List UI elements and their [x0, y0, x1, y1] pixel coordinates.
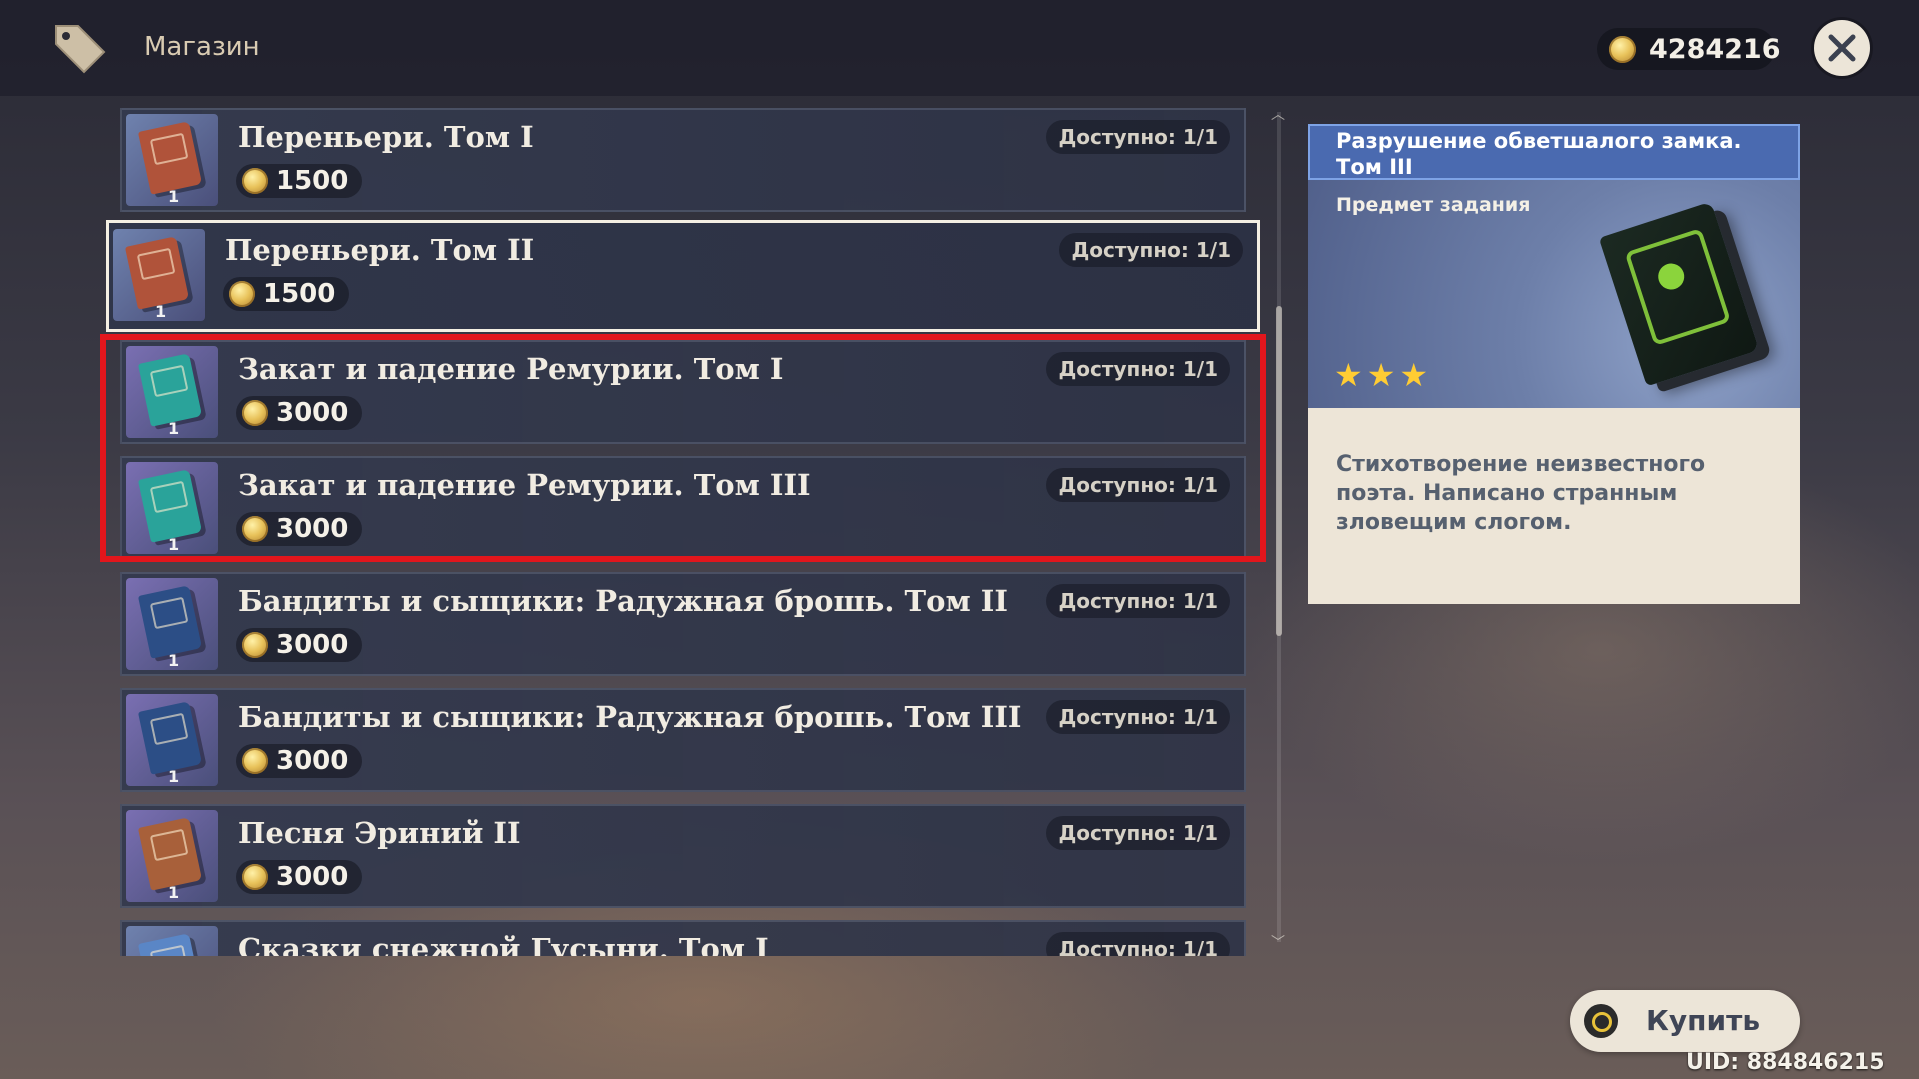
book-icon [137, 121, 203, 195]
item-availability: Доступно: 1/1 [1059, 233, 1243, 267]
list-item-selected[interactable]: 1 Переньери. Том II 1500 Доступно: 1/1 [106, 220, 1260, 332]
item-price: 1500 [223, 277, 350, 311]
rarity-stars: ★★★ [1334, 356, 1433, 394]
currency-amount: 4284216 [1649, 34, 1781, 65]
item-availability: Доступно: 1/1 [1046, 700, 1230, 734]
book-icon [137, 585, 203, 659]
mora-coin-icon [1609, 36, 1636, 63]
detail-item-type: Предмет задания [1336, 194, 1531, 216]
buy-button[interactable]: Купить [1570, 990, 1800, 1052]
item-name: Песня Эриний II [238, 816, 521, 850]
scroll-down-icon: ﹀ [1271, 935, 1285, 951]
buy-button-label: Купить [1646, 1004, 1761, 1037]
list-item[interactable]: 1 Переньери. Том I 1500 Доступно: 1/1 [120, 108, 1246, 212]
book-icon [137, 701, 203, 775]
scroll-up-icon: ︿ [1271, 107, 1285, 123]
book-icon [137, 817, 203, 891]
detail-description-box: Стихотворение неизвестного поэта. Написа… [1308, 408, 1800, 604]
item-name: Сказки снежной Гусыни. Том I [238, 932, 769, 956]
detail-description: Стихотворение неизвестного поэта. Написа… [1336, 452, 1706, 535]
item-price: 1500 [236, 164, 363, 198]
item-name: Бандиты и сыщики: Радужная брошь. Том II… [238, 700, 1022, 734]
user-id: UID: 884846215 [1686, 1050, 1885, 1075]
list-item[interactable]: 1 Сказки снежной Гусыни. Том I 3000 Дост… [120, 920, 1246, 956]
mora-coin-icon [242, 168, 268, 194]
item-thumbnail: 1 [126, 810, 218, 902]
confirm-circle-icon [1584, 1004, 1618, 1038]
item-availability: Доступно: 1/1 [1046, 932, 1230, 956]
close-button[interactable] [1814, 20, 1870, 76]
mora-coin-icon [242, 632, 268, 658]
scrollbar-thumb[interactable] [1276, 306, 1282, 636]
mora-coin-icon [242, 748, 268, 774]
item-availability: Доступно: 1/1 [1046, 120, 1230, 154]
item-thumbnail: 1 [126, 694, 218, 786]
list-item[interactable]: 1 Бандиты и сыщики: Радужная брошь. Том … [120, 572, 1246, 676]
item-quantity: 1 [155, 302, 167, 321]
item-name: Бандиты и сыщики: Радужная брошь. Том II [238, 584, 1008, 618]
list-item[interactable]: 1 Бандиты и сыщики: Радужная брошь. Том … [120, 688, 1246, 792]
detail-header: Разрушение обветшалого замка. Том III [1308, 124, 1800, 180]
item-price: 3000 [236, 860, 363, 894]
item-price: 3000 [236, 744, 363, 778]
item-quantity: 1 [168, 651, 180, 670]
item-availability: Доступно: 1/1 [1046, 584, 1230, 618]
item-quantity: 1 [168, 187, 180, 206]
item-quantity: 1 [168, 883, 180, 902]
currency-display: 4284216 [1597, 28, 1781, 70]
mora-coin-icon [242, 864, 268, 890]
item-name: Переньери. Том II [225, 233, 535, 267]
item-thumbnail: 1 [126, 578, 218, 670]
detail-title: Разрушение обветшалого замка. Том III [1336, 129, 1742, 179]
list-item[interactable]: 1 Песня Эриний II 3000 Доступно: 1/1 [120, 804, 1246, 908]
mora-coin-icon [229, 281, 255, 307]
item-thumbnail: 1 [126, 926, 218, 956]
book-icon [137, 933, 203, 956]
book-icon [124, 236, 190, 310]
red-highlight-box [100, 334, 1266, 562]
item-thumbnail: 1 [126, 114, 218, 206]
item-availability: Доступно: 1/1 [1046, 816, 1230, 850]
price-tag-icon [55, 25, 106, 74]
book-artwork [1598, 201, 1760, 387]
item-thumbnail: 1 [113, 229, 205, 321]
top-bar: Магазин 4284216 [0, 0, 1919, 96]
item-quantity: 1 [168, 767, 180, 786]
page-title: Магазин [144, 32, 260, 62]
item-detail-panel: Разрушение обветшалого замка. Том III Пр… [1308, 124, 1800, 604]
item-name: Переньери. Том I [238, 120, 534, 154]
item-price: 3000 [236, 628, 363, 662]
close-icon [1828, 34, 1856, 62]
